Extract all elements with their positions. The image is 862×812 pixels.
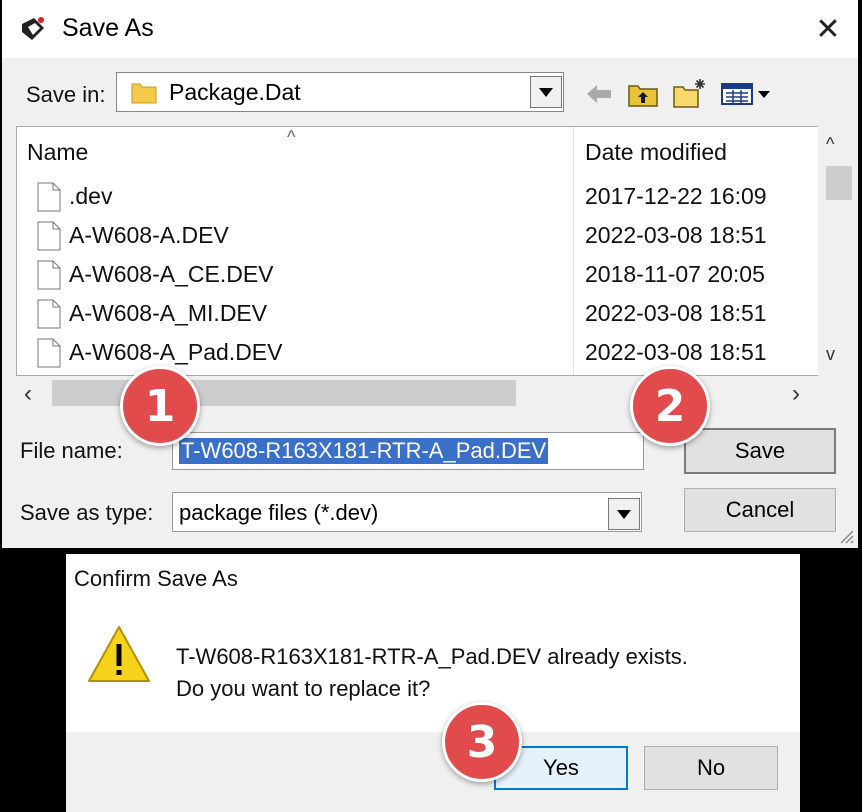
new-folder-icon <box>673 79 705 108</box>
file-icon <box>37 221 61 251</box>
step-badge-3: 3 <box>442 702 522 782</box>
file-icon <box>37 182 61 212</box>
back-button[interactable] <box>584 80 614 108</box>
confirm-save-as-dialog: Confirm Save As T-W608-R163X181-RTR-A_Pa… <box>66 554 800 812</box>
title-bar: Save As ✕ <box>2 0 858 58</box>
file-name: .dev <box>69 183 113 209</box>
step-badge-1: 1 <box>120 366 200 446</box>
file-name-input[interactable]: T-W608-R163X181-RTR-A_Pad.DEV <box>172 432 644 470</box>
file-date: 2022-03-08 18:51 <box>585 300 767 326</box>
file-icon <box>37 299 61 329</box>
save-as-dialog: Save As ✕ Save in: Package.Dat ^ Name Da… <box>2 0 858 548</box>
vertical-scrollbar[interactable]: ^ v <box>818 126 858 376</box>
file-date: 2018-11-07 20:05 <box>585 261 765 287</box>
scroll-up-icon[interactable]: ^ <box>826 134 834 155</box>
sort-ascending-icon: ^ <box>287 127 296 147</box>
file-row[interactable]: .dev 2017-12-22 16:09 <box>17 178 821 216</box>
save-as-type-value: package files (*.dev) <box>179 500 379 525</box>
save-in-dropdown[interactable]: Package.Dat <box>116 72 564 112</box>
save-in-label: Save in: <box>26 82 106 107</box>
confirm-question: Do you want to replace it? <box>176 676 431 701</box>
app-icon <box>22 17 44 40</box>
file-name-value: T-W608-R163X181-RTR-A_Pad.DEV <box>179 438 549 464</box>
back-arrow-icon <box>587 85 611 103</box>
save-as-type-dropdown[interactable]: package files (*.dev) <box>172 492 642 532</box>
scroll-left-icon[interactable]: ‹ <box>24 380 32 408</box>
file-row[interactable]: A-W608-A.DEV 2022-03-08 18:51 <box>17 217 821 255</box>
chevron-down-icon <box>617 509 631 519</box>
file-name: A-W608-A.DEV <box>69 222 229 248</box>
view-menu-button[interactable] <box>720 80 774 108</box>
file-date: 2022-03-08 18:51 <box>585 339 767 365</box>
file-name-label: File name: <box>20 438 123 463</box>
chevron-down-icon <box>539 87 553 97</box>
up-folder-button[interactable] <box>626 78 660 110</box>
save-in-value: Package.Dat <box>169 79 301 105</box>
file-date: 2017-12-22 16:09 <box>585 183 767 209</box>
confirm-dialog-title: Confirm Save As <box>74 566 238 591</box>
up-folder-icon <box>628 85 658 107</box>
file-name: A-W608-A_CE.DEV <box>69 261 274 287</box>
cancel-button[interactable]: Cancel <box>684 488 836 532</box>
scroll-right-icon[interactable]: › <box>792 380 800 408</box>
confirm-message: T-W608-R163X181-RTR-A_Pad.DEV already ex… <box>176 644 688 669</box>
vertical-scroll-thumb[interactable] <box>826 166 852 200</box>
file-name: A-W608-A_Pad.DEV <box>69 339 283 365</box>
column-header-name[interactable]: Name <box>27 139 88 166</box>
save-as-type-label: Save as type: <box>20 500 154 525</box>
file-row[interactable]: A-W608-A_Pad.DEV 2022-03-08 18:51 <box>17 334 821 372</box>
warning-icon <box>88 626 150 682</box>
file-row[interactable]: A-W608-A_MI.DEV 2022-03-08 18:51 <box>17 295 821 333</box>
file-icon <box>37 260 61 290</box>
dialog-title: Save As <box>62 14 154 42</box>
file-list[interactable]: ^ Name Date modified .dev 2017-12-22 16:… <box>16 126 822 376</box>
save-button[interactable]: Save <box>684 428 836 474</box>
step-badge-2: 2 <box>630 366 710 446</box>
no-button[interactable]: No <box>644 746 778 790</box>
column-header-date-modified[interactable]: Date modified <box>585 139 727 166</box>
resize-grip-icon[interactable] <box>836 526 854 544</box>
file-date: 2022-03-08 18:51 <box>585 222 767 248</box>
save-as-type-dropdown-arrow[interactable] <box>608 498 640 530</box>
close-button[interactable]: ✕ <box>798 0 858 58</box>
new-folder-button[interactable] <box>672 76 708 110</box>
file-name: A-W608-A_MI.DEV <box>69 300 268 326</box>
close-icon: ✕ <box>815 12 841 46</box>
save-in-dropdown-arrow[interactable] <box>530 76 562 108</box>
folder-icon <box>131 83 157 104</box>
file-icon <box>37 338 61 368</box>
scroll-down-icon[interactable]: v <box>826 344 835 365</box>
view-menu-icon <box>721 83 770 105</box>
file-row[interactable]: A-W608-A_CE.DEV 2018-11-07 20:05 <box>17 256 821 294</box>
